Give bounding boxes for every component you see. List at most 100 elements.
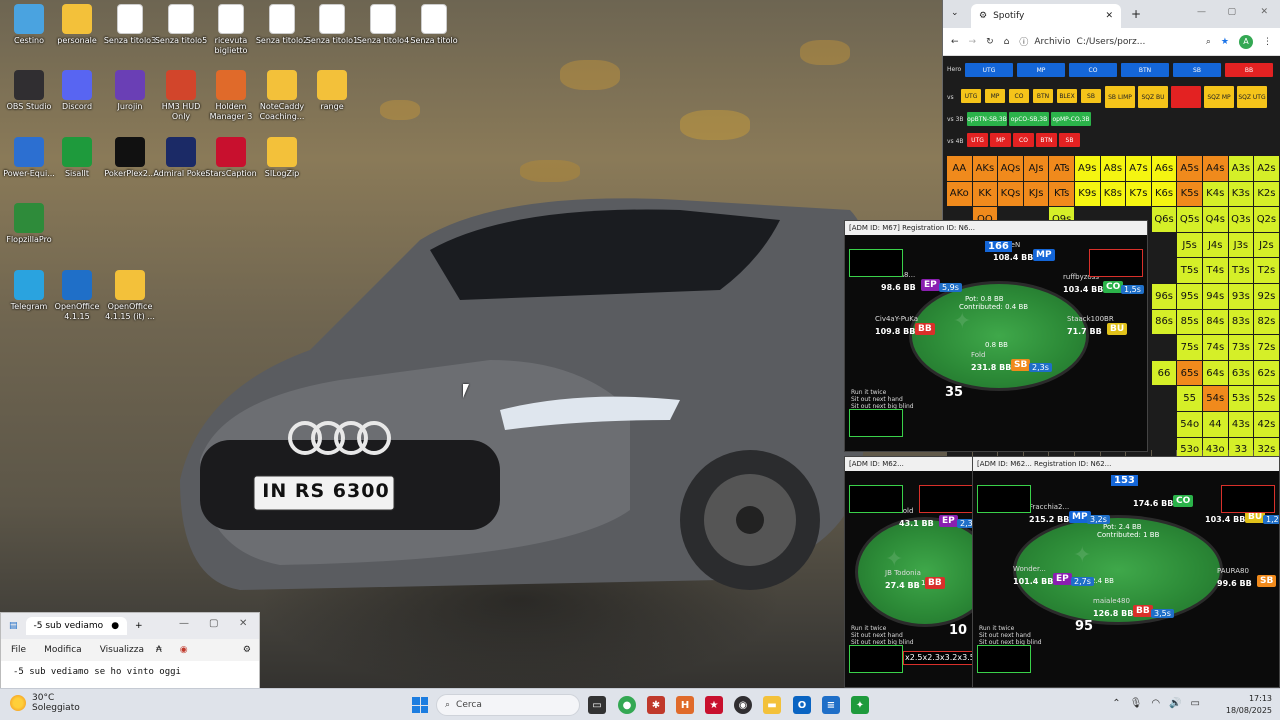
table-option[interactable]: Run it twice (851, 625, 914, 632)
range-cell[interactable] (1151, 258, 1177, 283)
desktop-icon-discord[interactable]: Discord (48, 70, 106, 112)
outlook-icon[interactable]: O (793, 696, 811, 714)
notepad-text-area[interactable]: -5 sub vediamo se ho vinto oggi (1, 661, 259, 689)
range-cell[interactable] (1151, 232, 1177, 258)
vs4b-button-co[interactable]: CO (1013, 133, 1034, 147)
range-cell[interactable]: 54o (1177, 411, 1202, 437)
weather-widget[interactable]: 30°C Soleggiato (10, 693, 80, 713)
range-cell[interactable]: ATs (1049, 156, 1074, 181)
vs-button-empty[interactable] (1171, 86, 1201, 108)
vs-button-sqz-bu[interactable]: SQZ BU (1138, 86, 1168, 108)
unsaved-dot-icon[interactable]: ● (111, 621, 119, 631)
range-cell[interactable]: A3s (1228, 156, 1254, 181)
reload-icon[interactable]: ↻ (986, 37, 994, 47)
hm3-taskbar-icon[interactable]: H (676, 696, 694, 714)
range-cell[interactable]: AQs (998, 156, 1023, 181)
battery-icon[interactable]: ▭ (1191, 698, 1200, 709)
range-cell[interactable]: 92s (1254, 283, 1279, 309)
desktop-icon-ricevuta-biglietto[interactable]: ricevuta biglietto (202, 4, 260, 56)
vs-button-btn[interactable]: BTN (1033, 89, 1053, 103)
vs3b-button-0[interactable]: opBTN-SB,3B (967, 112, 1007, 126)
bookmark-star-icon[interactable]: ★ (1221, 37, 1229, 47)
range-cell[interactable]: 73s (1228, 335, 1254, 360)
stars-taskbar-icon[interactable]: ★ (705, 696, 723, 714)
range-cell[interactable]: A5s (1177, 156, 1202, 181)
vs-button-blex[interactable]: BLEX (1057, 89, 1077, 103)
range-cell[interactable]: A2s (1254, 156, 1279, 181)
hero-pos-btn[interactable]: BTN (1121, 63, 1169, 77)
range-cell[interactable]: K8s (1100, 181, 1126, 207)
range-cell[interactable]: 95s (1177, 283, 1202, 309)
range-cell[interactable]: K2s (1254, 181, 1279, 207)
range-cell[interactable]: 84s (1202, 309, 1228, 335)
back-icon[interactable]: ← (951, 37, 959, 47)
zoom-icon[interactable]: ⌕ (1206, 37, 1211, 47)
range-cell[interactable]: A7s (1126, 156, 1151, 181)
range-cell[interactable]: K3s (1228, 181, 1254, 207)
notepad-tab[interactable]: -5 sub vediamo ● (25, 617, 128, 635)
volume-icon[interactable]: 🔊 (1169, 698, 1181, 709)
range-cell[interactable]: 66 (1151, 360, 1177, 386)
range-cell[interactable] (1151, 411, 1177, 437)
range-cell[interactable]: 65s (1177, 360, 1202, 386)
desktop-icon-openoffice-4-1-15[interactable]: OpenOffice 4.1.15 (48, 270, 106, 322)
task-view-icon[interactable]: ▭ (588, 696, 606, 714)
hero-pos-mp[interactable]: MP (1017, 63, 1065, 77)
heading-icon[interactable]: ₳ (156, 645, 162, 655)
range-cell[interactable]: T5s (1177, 258, 1202, 283)
range-cell[interactable]: 82s (1254, 309, 1279, 335)
range-cell[interactable]: KJs (1023, 181, 1049, 207)
range-cell[interactable]: 62s (1254, 360, 1279, 386)
browser-tab-spotify[interactable]: ⚙ Spotify ✕ (971, 4, 1121, 28)
range-cell[interactable]: 72s (1254, 335, 1279, 360)
range-cell[interactable]: AA (947, 156, 972, 181)
range-cell[interactable]: 63s (1228, 360, 1254, 386)
range-cell[interactable]: 83s (1228, 309, 1254, 335)
range-cell[interactable]: Q3s (1228, 207, 1254, 232)
range-cell[interactable]: T3s (1228, 258, 1254, 283)
range-cell[interactable]: 94s (1202, 283, 1228, 309)
hero-pos-utg[interactable]: UTG (965, 63, 1013, 77)
vs3b-button-2[interactable]: opMP-CO,3B (1051, 112, 1091, 126)
vs-button-sqz-mp[interactable]: SQZ MP (1204, 86, 1234, 108)
close-window-icon[interactable]: ✕ (1260, 7, 1268, 17)
desktop-icon-pokerplex2[interactable]: PokerPlex2... (101, 137, 159, 179)
range-cell[interactable]: A8s (1100, 156, 1126, 181)
range-cell[interactable]: 75s (1177, 335, 1202, 360)
vs-button-sb[interactable]: SB (1081, 89, 1101, 103)
desktop-icon-senza-titolo4[interactable]: Senza titolo4 (354, 4, 412, 46)
desktop-icon-silogzip[interactable]: SILogZip (253, 137, 311, 179)
range-cell[interactable]: 54s (1202, 386, 1228, 411)
table-option[interactable]: Sit out next hand (979, 632, 1042, 639)
range-cell[interactable]: 55 (1177, 386, 1202, 411)
range-cell[interactable] (1151, 335, 1177, 360)
range-cell[interactable]: J4s (1202, 232, 1228, 258)
desktop-icon-personale[interactable]: personale (48, 4, 106, 46)
range-cell[interactable]: AKo (947, 181, 972, 207)
range-cell[interactable]: A4s (1202, 156, 1228, 181)
table-option[interactable]: Run it twice (979, 625, 1042, 632)
close-icon[interactable]: ✕ (239, 618, 247, 629)
vs-button-co[interactable]: CO (1009, 89, 1029, 103)
table-option[interactable]: Run it twice (851, 389, 914, 396)
taskbar-search[interactable]: ⌕ Cerca (436, 694, 580, 716)
range-cell[interactable]: K9s (1074, 181, 1100, 207)
desktop-icon-senza-titolo3[interactable]: Senza titolo3 (101, 4, 159, 46)
maximize-icon[interactable]: ▢ (209, 618, 218, 629)
menu-visualizza[interactable]: Visualizza (100, 645, 144, 655)
range-cell[interactable]: J5s (1177, 232, 1202, 258)
range-cell[interactable]: A9s (1074, 156, 1100, 181)
chrome-icon[interactable]: ● (618, 696, 636, 714)
pokerplex-taskbar-icon[interactable]: ✱ (647, 696, 665, 714)
range-cell[interactable]: K4s (1202, 181, 1228, 207)
range-cell[interactable]: K6s (1151, 181, 1177, 207)
range-cell[interactable]: Q2s (1254, 207, 1279, 232)
file-explorer-icon[interactable]: ▬ (763, 696, 781, 714)
minimize-icon[interactable]: — (1197, 7, 1206, 17)
desktop-icon-openoffice-4-1-15-it[interactable]: OpenOffice 4.1.15 (it) ... (101, 270, 159, 322)
range-cell[interactable]: A6s (1151, 156, 1177, 181)
range-cell[interactable]: 74s (1202, 335, 1228, 360)
vs4b-button-mp[interactable]: MP (990, 133, 1011, 147)
forward-icon[interactable]: → (969, 37, 977, 47)
profile-avatar[interactable]: A (1239, 34, 1253, 49)
